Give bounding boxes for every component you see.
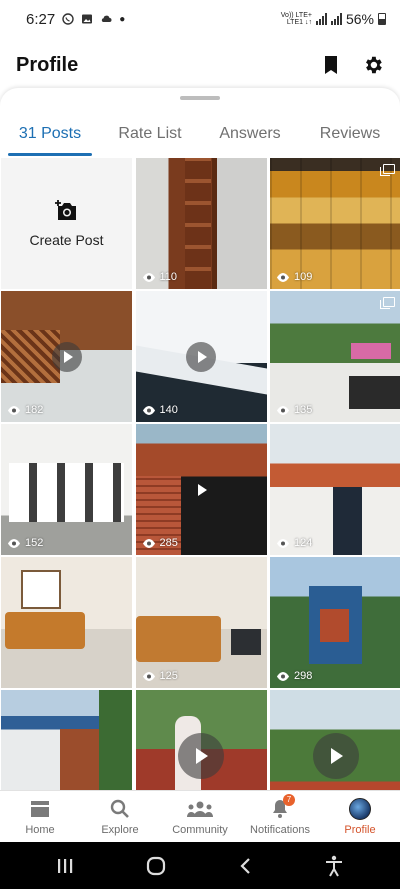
gear-icon[interactable] bbox=[362, 54, 384, 76]
eye-icon bbox=[142, 538, 155, 548]
view-count: 110 bbox=[142, 271, 177, 283]
view-count: 124 bbox=[276, 537, 312, 549]
post-thumbnail[interactable]: 125 bbox=[135, 557, 267, 688]
view-count: 135 bbox=[276, 404, 312, 416]
tab-answers[interactable]: Answers bbox=[200, 116, 300, 156]
eye-icon bbox=[142, 272, 155, 282]
post-thumbnail[interactable]: 124 bbox=[270, 424, 400, 555]
eye-icon bbox=[277, 272, 289, 282]
play-icon bbox=[186, 475, 216, 505]
home-icon bbox=[31, 800, 49, 817]
recent-apps-icon[interactable] bbox=[56, 857, 74, 875]
gallery-icon bbox=[82, 14, 93, 24]
bookmark-icon[interactable] bbox=[322, 55, 340, 75]
system-nav-bar bbox=[0, 842, 400, 889]
community-icon bbox=[187, 801, 213, 817]
view-count: 285 bbox=[142, 537, 178, 549]
battery-percent: 56% bbox=[345, 11, 374, 27]
eye-icon bbox=[142, 405, 155, 415]
create-post-button[interactable]: Create Post bbox=[1, 158, 132, 289]
add-photo-icon bbox=[54, 199, 76, 220]
view-count: 125 bbox=[142, 670, 178, 682]
eye-icon bbox=[8, 538, 20, 548]
home-button-icon[interactable] bbox=[146, 856, 166, 876]
profile-header: Profile bbox=[0, 40, 400, 90]
tab-posts[interactable]: 31 Posts bbox=[0, 116, 100, 156]
tab-rate-list[interactable]: Rate List bbox=[100, 116, 200, 156]
create-post-label: Create Post bbox=[29, 231, 104, 248]
nav-community[interactable]: Community bbox=[160, 791, 240, 842]
tab-reviews[interactable]: Reviews bbox=[300, 116, 400, 156]
nav-notifications[interactable]: 7 Notifications bbox=[240, 791, 320, 842]
play-icon bbox=[178, 732, 224, 779]
status-time: 6:27 bbox=[26, 10, 56, 28]
post-thumbnail[interactable]: 285 bbox=[135, 424, 267, 555]
post-thumbnail[interactable] bbox=[1, 690, 132, 790]
post-thumbnail[interactable]: 298 bbox=[270, 557, 400, 688]
eye-icon bbox=[277, 671, 289, 681]
page-title: Profile bbox=[16, 53, 79, 76]
whatsapp-icon bbox=[62, 13, 74, 25]
eye-icon bbox=[142, 671, 155, 681]
nav-profile[interactable]: Profile bbox=[320, 791, 400, 842]
view-count: 152 bbox=[7, 537, 43, 549]
view-count: 182 bbox=[7, 404, 43, 416]
posts-sheet: 31 Posts Rate List Answers Reviews Creat… bbox=[0, 88, 400, 790]
eye-icon bbox=[277, 405, 289, 415]
post-thumbnail[interactable] bbox=[135, 690, 267, 790]
back-icon[interactable] bbox=[238, 857, 252, 875]
multi-image-icon bbox=[380, 297, 395, 309]
play-icon bbox=[186, 341, 216, 372]
eye-icon bbox=[277, 538, 289, 548]
dot-icon: ● bbox=[119, 13, 126, 25]
post-thumbnail[interactable]: 135 bbox=[270, 291, 400, 422]
post-thumbnail[interactable]: 152 bbox=[1, 424, 132, 555]
status-bar: 6:27 ● Vo)) LTE+ LTE1 ↓↑ 56% bbox=[0, 0, 400, 38]
bottom-nav: Home Explore Community 7 Notifications P… bbox=[0, 790, 400, 842]
search-icon bbox=[110, 799, 129, 818]
drag-handle[interactable] bbox=[180, 96, 220, 100]
view-count: 109 bbox=[276, 271, 312, 283]
profile-tabs: 31 Posts Rate List Answers Reviews bbox=[0, 116, 400, 156]
post-thumbnail[interactable] bbox=[270, 690, 400, 790]
avatar bbox=[349, 797, 371, 820]
view-count: 298 bbox=[276, 670, 312, 682]
volte-indicator: Vo)) LTE+ LTE1 ↓↑ bbox=[280, 12, 312, 26]
multi-image-icon bbox=[380, 164, 395, 176]
view-count: 140 bbox=[142, 404, 178, 416]
posts-grid: Create Post 110 109 182 140 135 152 285 … bbox=[0, 158, 400, 790]
post-thumbnail[interactable]: 110 bbox=[135, 158, 267, 289]
nav-home[interactable]: Home bbox=[0, 791, 80, 842]
post-thumbnail[interactable] bbox=[1, 557, 132, 688]
nav-explore[interactable]: Explore bbox=[80, 791, 160, 842]
notification-badge: 7 bbox=[283, 793, 295, 806]
battery-icon bbox=[378, 13, 386, 25]
signal-icon-2 bbox=[330, 13, 342, 25]
accessibility-icon[interactable] bbox=[324, 855, 344, 877]
cloud-icon bbox=[102, 15, 112, 22]
signal-icon bbox=[315, 13, 327, 25]
eye-icon bbox=[8, 405, 20, 415]
play-icon bbox=[51, 341, 82, 372]
post-thumbnail[interactable]: 182 bbox=[1, 291, 132, 422]
play-icon bbox=[312, 732, 359, 779]
post-thumbnail[interactable]: 140 bbox=[135, 291, 267, 422]
post-thumbnail[interactable]: 109 bbox=[270, 158, 400, 289]
